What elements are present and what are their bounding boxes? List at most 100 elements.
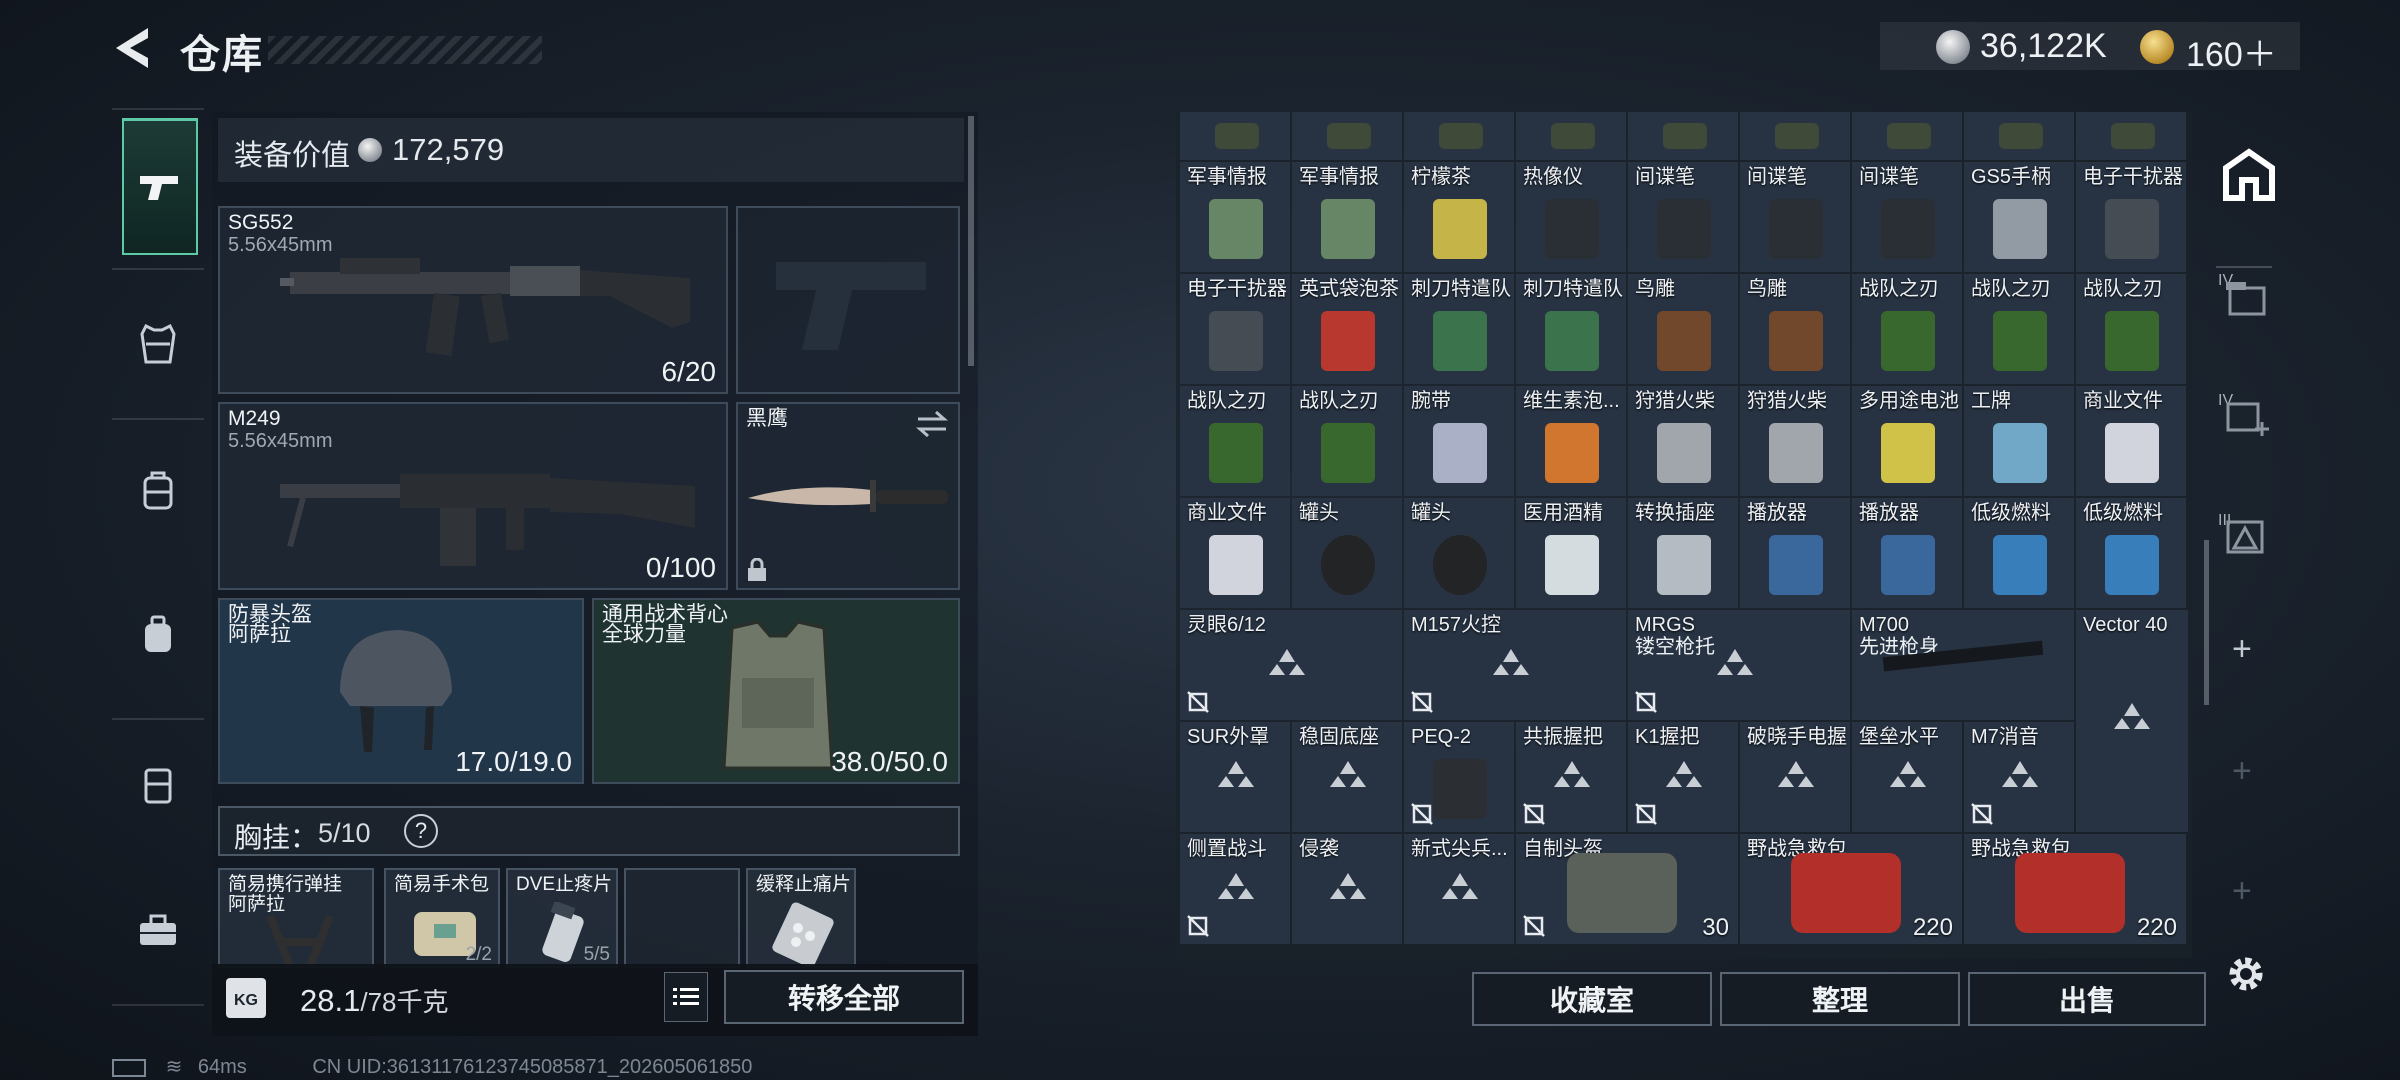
- storage-cell[interactable]: [1740, 112, 1850, 160]
- storage-item[interactable]: 狩猎火柴: [1740, 386, 1850, 496]
- armor-slot[interactable]: 通用战术背心 全球力量 38.0/50.0: [592, 598, 960, 784]
- storage-item[interactable]: 维生素泡...: [1516, 386, 1626, 496]
- storage-item[interactable]: 电子干扰器: [1180, 274, 1290, 384]
- storage-cell[interactable]: [2076, 112, 2186, 160]
- storage-item[interactable]: 战队之刃: [1180, 386, 1290, 496]
- storage-item[interactable]: 战队之刃: [1292, 386, 1402, 496]
- helmet-slot[interactable]: 防暴头盔 阿萨拉 17.0/19.0: [218, 598, 584, 784]
- storage-home-icon[interactable]: [2222, 148, 2276, 202]
- tab-weapons[interactable]: [122, 118, 198, 255]
- empty-pouch-slot[interactable]: [624, 868, 740, 968]
- storage-item[interactable]: Vector 40: [2076, 610, 2188, 832]
- storage-cell[interactable]: [1404, 112, 1514, 160]
- storage-item[interactable]: 商业文件: [1180, 498, 1290, 608]
- storage-item[interactable]: 军事情报: [1292, 162, 1402, 272]
- chest-rig-item[interactable]: 简易携行弹挂 阿萨拉: [218, 868, 374, 968]
- storage-item[interactable]: 播放器: [1852, 498, 1962, 608]
- storage-item[interactable]: 稳固底座: [1292, 722, 1402, 832]
- helmet-image: [1567, 853, 1677, 933]
- gold-amount[interactable]: 160＋: [2186, 27, 2277, 76]
- storage-item[interactable]: 战队之刃: [2076, 274, 2186, 384]
- storage-item[interactable]: K1握把: [1628, 722, 1738, 832]
- settings-gear-icon[interactable]: [2224, 952, 2268, 996]
- storage-item[interactable]: 间谍笔: [1628, 162, 1738, 272]
- storage-item[interactable]: 商业文件: [2076, 386, 2186, 496]
- sell-button[interactable]: 出售: [1968, 972, 2206, 1026]
- storage-item[interactable]: 英式袋泡茶: [1292, 274, 1402, 384]
- storage-item[interactable]: 鸟雕: [1740, 274, 1850, 384]
- tab-backpack[interactable]: [122, 424, 194, 556]
- storage-item[interactable]: 罐头: [1404, 498, 1514, 608]
- storage-item[interactable]: 堡垒水平: [1852, 722, 1962, 832]
- storage-item[interactable]: 转换插座: [1628, 498, 1738, 608]
- storage-item[interactable]: 间谍笔: [1740, 162, 1850, 272]
- transfer-all-button[interactable]: 转移全部: [724, 970, 964, 1024]
- storage-item[interactable]: 间谍笔: [1852, 162, 1962, 272]
- storage-item[interactable]: MRGS 镂空枪托: [1628, 610, 1850, 720]
- collection-room-button[interactable]: 收藏室: [1472, 972, 1712, 1026]
- storage-item[interactable]: 野战急救包 220: [1964, 834, 2186, 944]
- storage-item[interactable]: 工牌: [1964, 386, 2074, 496]
- storage-item[interactable]: SUR外罩: [1180, 722, 1290, 832]
- storage-item[interactable]: 新式尖兵...: [1404, 834, 1514, 944]
- storage-item[interactable]: 灵眼6/12: [1180, 610, 1402, 720]
- storage-item[interactable]: 多用途电池: [1852, 386, 1962, 496]
- pouch-item[interactable]: DVE止疼片 5/5: [506, 868, 618, 968]
- storage-item[interactable]: 热像仪: [1516, 162, 1626, 272]
- storage-cell[interactable]: [1516, 112, 1626, 160]
- storage-item[interactable]: 播放器: [1740, 498, 1850, 608]
- storage-item[interactable]: GS5手柄: [1964, 162, 2074, 272]
- pouch-item[interactable]: 缓释止痛片: [746, 868, 856, 968]
- back-arrow-icon[interactable]: [108, 22, 154, 74]
- storage-item[interactable]: 电子干扰器: [2076, 162, 2186, 272]
- storage-item[interactable]: 共振握把: [1516, 722, 1626, 832]
- storage-cell[interactable]: [1628, 112, 1738, 160]
- add-tab-icon[interactable]: +: [2232, 630, 2252, 669]
- storage-item[interactable]: 刺刀特遣队: [1404, 274, 1514, 384]
- storage-item[interactable]: 战队之刃: [1852, 274, 1962, 384]
- item-name: 播放器: [1747, 502, 1807, 524]
- storage-item[interactable]: M700 先进枪身: [1852, 610, 2074, 720]
- help-icon[interactable]: ?: [404, 814, 438, 848]
- storage-item[interactable]: 刺刀特遣队: [1516, 274, 1626, 384]
- sort-button[interactable]: 整理: [1720, 972, 1960, 1026]
- storage-item[interactable]: 狩猎火柴: [1628, 386, 1738, 496]
- storage-item[interactable]: 野战急救包 220: [1740, 834, 1962, 944]
- tab-bag[interactable]: [122, 568, 194, 700]
- secondary-weapon-slot[interactable]: M249 5.56x45mm 0/100: [218, 402, 728, 590]
- storage-box-icon[interactable]: [2224, 278, 2268, 318]
- tab-armor[interactable]: [122, 278, 194, 410]
- storage-item[interactable]: PEQ-2: [1404, 722, 1514, 832]
- storage-item[interactable]: 自制头盔 30: [1516, 834, 1738, 944]
- tab-case[interactable]: [122, 718, 194, 850]
- equipment-scrollbar[interactable]: [968, 116, 974, 366]
- list-view-button[interactable]: [664, 972, 708, 1022]
- storage-scrollbar[interactable]: [2204, 540, 2209, 705]
- swap-icon[interactable]: [916, 410, 948, 438]
- storage-item[interactable]: 罐头: [1292, 498, 1402, 608]
- storage-item[interactable]: 战队之刃: [1964, 274, 2074, 384]
- storage-item[interactable]: 腕带: [1404, 386, 1514, 496]
- storage-item[interactable]: 低级燃料: [1964, 498, 2074, 608]
- storage-cell[interactable]: [1180, 112, 1290, 160]
- storage-item[interactable]: 柠檬茶: [1404, 162, 1514, 272]
- storage-item[interactable]: 医用酒精: [1516, 498, 1626, 608]
- storage-item[interactable]: M7消音: [1964, 722, 2074, 832]
- storage-item[interactable]: M157火控: [1404, 610, 1626, 720]
- storage-item[interactable]: 侵袭: [1292, 834, 1402, 944]
- storage-cell[interactable]: [1964, 112, 2074, 160]
- storage-item[interactable]: 低级燃料: [2076, 498, 2186, 608]
- add-storage-icon[interactable]: [2224, 396, 2270, 438]
- storage-item[interactable]: 鸟雕: [1628, 274, 1738, 384]
- pistol-slot[interactable]: [736, 206, 960, 394]
- tab-toolbox[interactable]: [122, 864, 194, 996]
- storage-item[interactable]: 侧置战斗: [1180, 834, 1290, 944]
- storage-item[interactable]: 破晓手电握: [1740, 722, 1850, 832]
- storage-cell[interactable]: [1292, 112, 1402, 160]
- warning-storage-icon[interactable]: [2224, 516, 2268, 556]
- melee-slot[interactable]: 黑鹰: [736, 402, 960, 590]
- pouch-item[interactable]: 简易手术包 2/2: [384, 868, 500, 968]
- storage-item[interactable]: 军事情报: [1180, 162, 1290, 272]
- primary-weapon-slot[interactable]: SG552 5.56x45mm 6/20: [218, 206, 728, 394]
- storage-cell[interactable]: [1852, 112, 1962, 160]
